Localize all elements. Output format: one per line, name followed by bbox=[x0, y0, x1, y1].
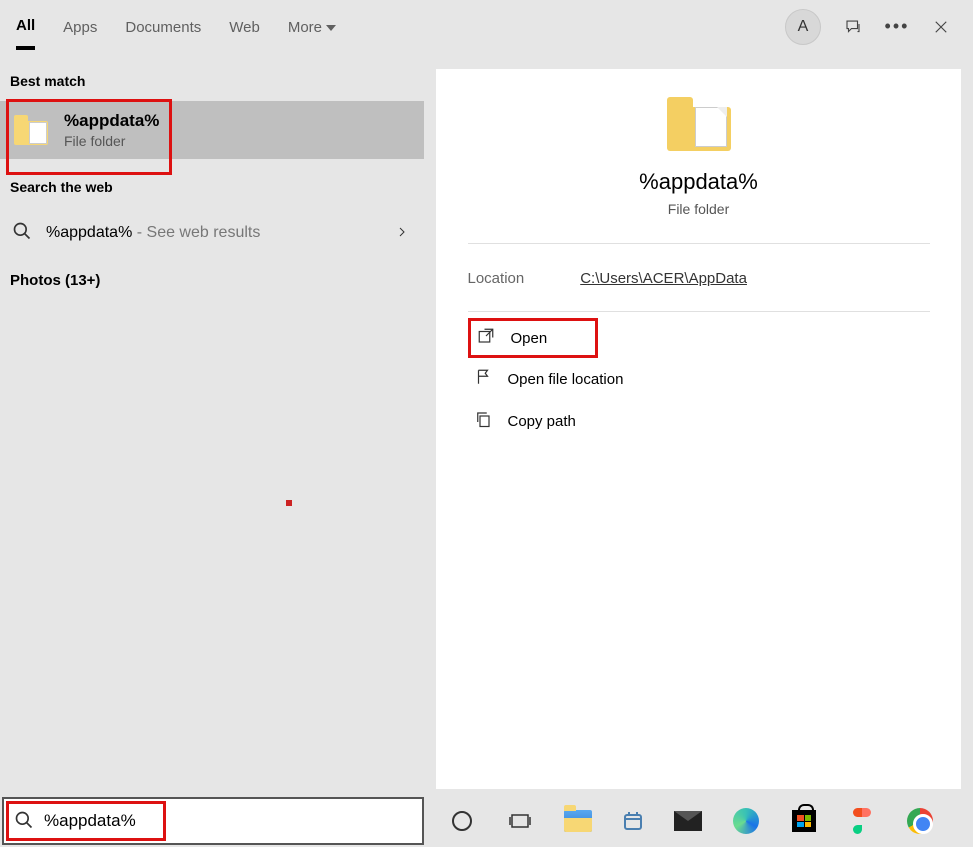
tab-all[interactable]: All bbox=[16, 3, 35, 50]
web-result-row[interactable]: %appdata% - See web results bbox=[0, 207, 424, 258]
search-input[interactable] bbox=[44, 811, 412, 831]
preview-subtitle: File folder bbox=[668, 201, 729, 217]
location-value[interactable]: C:\Users\ACER\AppData bbox=[580, 270, 747, 287]
best-match-wrap: %appdata% File folder bbox=[0, 101, 424, 159]
edge-icon[interactable] bbox=[730, 805, 762, 837]
preview-actions: Open Open file location Copy path bbox=[468, 318, 930, 442]
action-open-label: Open bbox=[511, 330, 548, 347]
task-view-icon[interactable] bbox=[504, 805, 536, 837]
user-avatar[interactable]: A bbox=[785, 9, 821, 45]
tab-more[interactable]: More bbox=[288, 5, 336, 48]
notepad-icon[interactable] bbox=[620, 808, 646, 834]
action-open[interactable]: Open bbox=[468, 318, 598, 358]
copy-path-icon bbox=[474, 410, 492, 432]
preview-title: %appdata% bbox=[639, 169, 758, 195]
store-icon[interactable] bbox=[788, 805, 820, 837]
results-column: Best match %appdata% File folder Search … bbox=[0, 53, 424, 795]
best-match-texts: %appdata% File folder bbox=[64, 111, 159, 149]
header-right: A ••• bbox=[785, 9, 965, 45]
feedback-icon[interactable] bbox=[841, 15, 865, 39]
best-match-heading: Best match bbox=[0, 53, 424, 101]
tab-more-label: More bbox=[288, 19, 322, 36]
preview-panel: %appdata% File folder Location C:\Users\… bbox=[436, 69, 961, 789]
open-location-icon bbox=[474, 368, 492, 390]
tab-apps[interactable]: Apps bbox=[63, 5, 97, 48]
action-copy-path-label: Copy path bbox=[508, 413, 576, 430]
web-result-hint: - See web results bbox=[132, 224, 260, 241]
cortana-icon[interactable] bbox=[446, 805, 478, 837]
annotation-dot bbox=[286, 500, 292, 506]
tab-web[interactable]: Web bbox=[229, 5, 260, 48]
mail-icon[interactable] bbox=[672, 805, 704, 837]
open-icon bbox=[477, 327, 495, 349]
taskbar bbox=[0, 795, 973, 847]
location-row: Location C:\Users\ACER\AppData bbox=[468, 244, 930, 311]
best-match-subtitle: File folder bbox=[64, 133, 159, 149]
search-web-heading: Search the web bbox=[0, 159, 424, 207]
preview-column: %appdata% File folder Location C:\Users\… bbox=[424, 53, 973, 795]
folder-icon bbox=[14, 115, 48, 145]
search-icon bbox=[12, 221, 32, 244]
file-explorer-icon[interactable] bbox=[562, 805, 594, 837]
chevron-right-icon bbox=[396, 225, 408, 241]
folder-icon bbox=[667, 97, 731, 151]
best-match-result[interactable]: %appdata% File folder bbox=[0, 101, 424, 159]
close-icon[interactable] bbox=[929, 15, 953, 39]
action-open-location[interactable]: Open file location bbox=[468, 358, 930, 400]
taskbar-icons bbox=[424, 805, 936, 837]
action-copy-path[interactable]: Copy path bbox=[468, 400, 930, 442]
main-content: Best match %appdata% File folder Search … bbox=[0, 53, 973, 795]
options-icon[interactable]: ••• bbox=[885, 15, 909, 39]
tab-documents[interactable]: Documents bbox=[125, 5, 201, 48]
action-open-location-label: Open file location bbox=[508, 371, 624, 388]
figma-icon[interactable] bbox=[846, 805, 878, 837]
best-match-title: %appdata% bbox=[64, 111, 159, 131]
web-result-query: %appdata% bbox=[46, 224, 132, 241]
location-label: Location bbox=[468, 270, 525, 287]
photos-heading[interactable]: Photos (13+) bbox=[0, 258, 424, 303]
chrome-icon[interactable] bbox=[904, 805, 936, 837]
web-result-text: %appdata% - See web results bbox=[46, 224, 260, 242]
divider bbox=[468, 311, 930, 312]
chevron-down-icon bbox=[326, 25, 336, 31]
search-box[interactable] bbox=[2, 797, 424, 845]
search-header: All Apps Documents Web More A ••• bbox=[0, 0, 973, 53]
filter-tabs: All Apps Documents Web More bbox=[16, 3, 336, 50]
search-icon bbox=[14, 810, 34, 833]
